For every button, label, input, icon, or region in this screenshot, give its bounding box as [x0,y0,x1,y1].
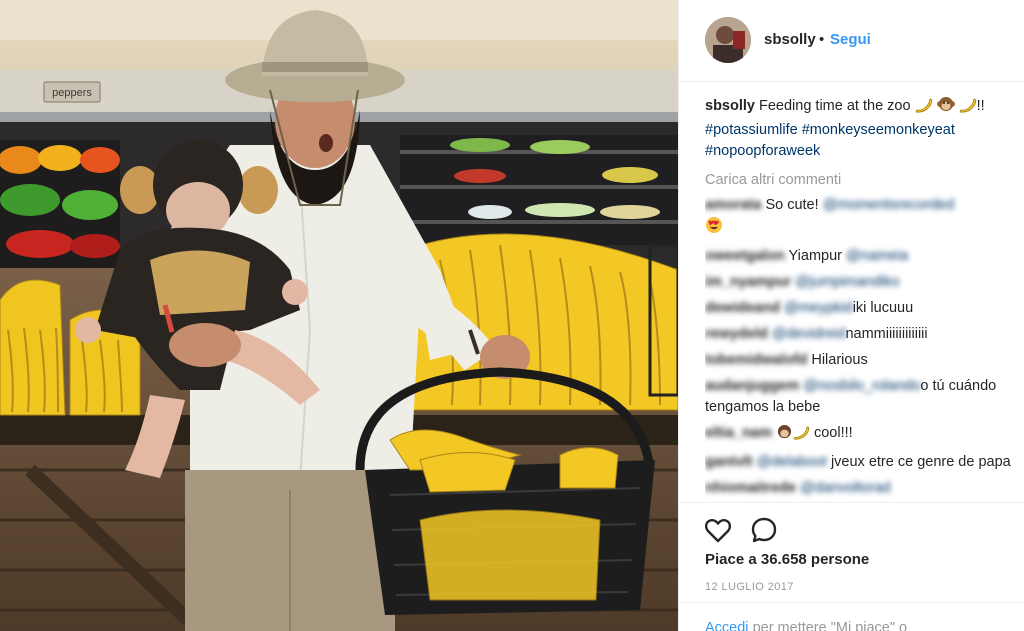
likes-count[interactable]: Piace a 36.658 persone [705,551,869,568]
comment-text: iki lucuuu [852,300,914,316]
comment-mention[interactable]: @danvoltorad [800,480,891,496]
header-separator: • [819,31,825,48]
comment-username[interactable]: oweetgalon [705,248,785,264]
comment-text: Hilarious [811,352,868,368]
banana-emoji-icon [914,97,933,120]
banana-emoji-icon [959,97,977,120]
comment-username[interactable]: dewideand [705,300,780,316]
comment-mention[interactable]: @devidreid [772,326,846,342]
comment-username[interactable]: rewydeld [705,326,768,342]
hashtag[interactable]: #potassiumlife [705,122,798,138]
login-text: per mettere "Mi piace" o [752,620,908,631]
comment-item: eltia_nam cool!!! [705,423,1015,447]
heart-eyes-emoji-icon [705,216,723,241]
comment-item: dewideand @meypkidiki lucuuu [705,298,1015,319]
caption-text: Feeding time at the zoo [759,98,911,114]
comment-item: gantvlt @delaboot jveux etre ce genre de… [705,452,1015,473]
hashtag[interactable]: #monkeyseemonkeyeat [802,122,955,138]
comment-text: cool!!! [813,425,853,441]
post-actions: Piace a 36.658 persone 12 LUGLIO 2017 Ac… [679,502,1024,631]
hashtag[interactable]: #nopoopforaweek [705,143,820,159]
comment-mention[interactable]: @meypkid [784,300,853,316]
login-bar: Accedi per mettere "Mi piace" o [679,602,1024,631]
comments-list: sbsolly Feeding time at the zoo !! #pota… [705,96,1015,500]
comment-username[interactable]: amorata [705,197,761,213]
post-date: 12 LUGLIO 2017 [705,581,794,593]
login-prompt: Accedi per mettere "Mi piace" o [705,620,907,631]
comment-username[interactable]: audanjuggem [705,378,799,394]
comment-mention[interactable]: @nosbilo_rolando [803,378,920,394]
caption-username[interactable]: sbsolly [705,98,755,114]
post-header: sbsolly • Segui [679,0,1024,82]
comment-icon[interactable] [749,515,779,545]
comment-username[interactable]: tobemidwalofd [705,352,807,368]
monkey-emoji-icon [776,424,793,447]
comment-text: Yiampur [788,248,843,264]
comment-username[interactable]: im_nyampur [705,274,791,290]
comment-mention[interactable]: @nameia [846,248,908,264]
post-caption: sbsolly Feeding time at the zoo !! #pota… [705,96,1015,162]
comment-text: nammiiiiiiiiiiiii [845,326,928,342]
heart-icon[interactable] [703,515,733,545]
banana-emoji-icon [793,425,810,447]
avatar[interactable] [705,17,751,63]
comment-item: nhiomaitrede @danvoltorad [705,478,1015,499]
comment-username[interactable]: eltia_nam [705,425,772,441]
comment-mention[interactable]: @delaboot [757,454,827,470]
comment-mention[interactable]: @jumpimandiko [795,274,899,290]
header-username[interactable]: sbsolly [764,31,816,48]
peppers-sign: peppers [52,87,92,99]
comment-item: audanjuggem @nosbilo_rolandoo tú cuándo … [705,376,1015,418]
login-link[interactable]: Accedi [705,620,749,631]
comment-username[interactable]: nhiomaitrede [705,480,796,496]
caption-suffix: !! [976,98,985,114]
comment-text: jveux etre ce genre de papa [830,454,1011,470]
post-photo[interactable]: peppers [0,0,678,631]
photo-illustration: peppers [0,0,678,631]
comment-item: tobemidwalofd Hilarious [705,350,1015,371]
comment-username[interactable]: gantvlt [705,454,753,470]
monkey-emoji-icon [936,96,955,120]
comment-mention[interactable]: @momentsrecorded [823,197,955,213]
comment-item: rewydeld @devidreidnammiiiiiiiiiiiii [705,324,1015,345]
post-panel: sbsolly • Segui sbsolly Feeding time at … [678,0,1024,631]
comment-item: amorata So cute! @momentsrecorded [705,195,1015,241]
comment-text: So cute! [765,197,819,213]
load-more-comments[interactable]: Carica altri commenti [705,170,1015,191]
comment-item: oweetgalon Yiampur @nameia [705,246,1015,267]
comment-item: im_nyampur @jumpimandiko [705,272,1015,293]
follow-button[interactable]: Segui [830,31,871,48]
